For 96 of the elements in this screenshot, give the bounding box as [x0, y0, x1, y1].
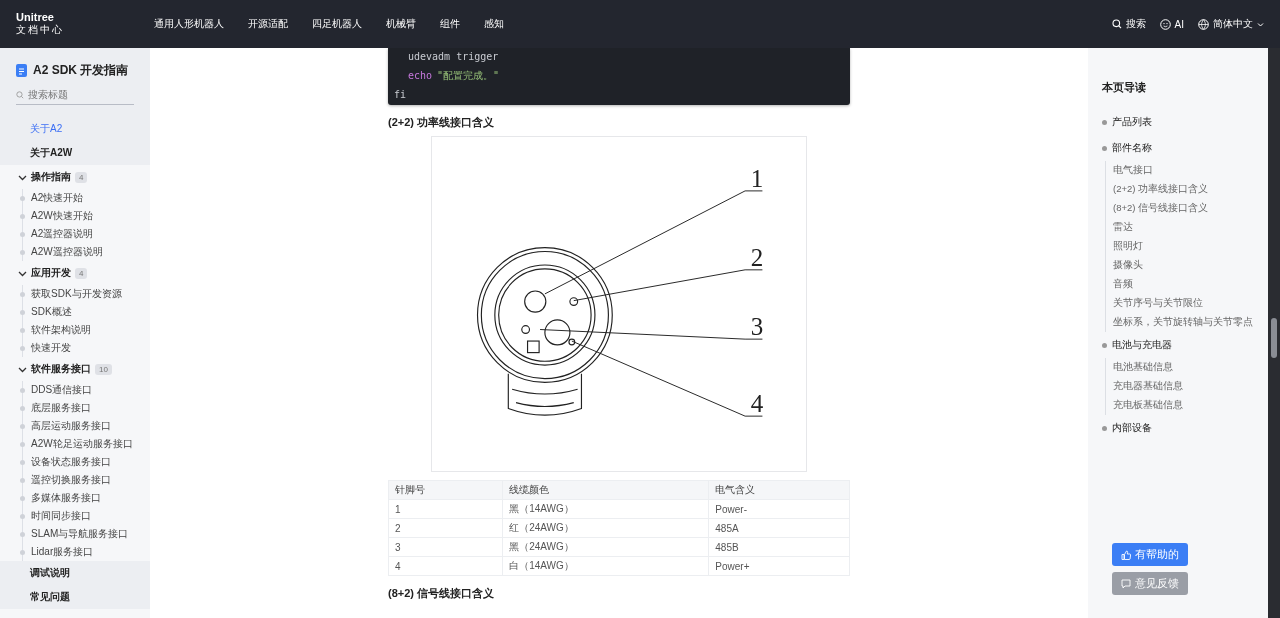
- nav-link[interactable]: 通用人形机器人: [154, 17, 224, 31]
- table-cell: 1: [388, 499, 503, 519]
- toc-item[interactable]: 产品列表: [1102, 109, 1254, 135]
- ai-button[interactable]: AI: [1159, 18, 1184, 30]
- sidebar-item[interactable]: A2W轮足运动服务接口: [23, 435, 150, 453]
- search-icon: [16, 90, 24, 99]
- thumbs-up-icon: [1121, 549, 1131, 560]
- callout-number: 4: [750, 390, 764, 418]
- sidebar-item[interactable]: 调试说明: [0, 561, 150, 585]
- sidebar-item[interactable]: A2遥控器说明: [23, 225, 150, 243]
- table-cell: 黑（14AWG）: [502, 499, 709, 519]
- sidebar-item[interactable]: SLAM与导航服务接口: [23, 525, 150, 543]
- globe-icon: [1198, 18, 1209, 30]
- sidebar-item[interactable]: 时间同步接口: [23, 507, 150, 525]
- table-cell: 2: [388, 518, 503, 538]
- language-select[interactable]: 简体中文: [1198, 17, 1264, 31]
- toc-item[interactable]: 电池与充电器: [1102, 332, 1254, 358]
- sidebar-item[interactable]: 常见问题: [0, 585, 150, 609]
- sidebar-item[interactable]: 底层服务接口: [23, 399, 150, 417]
- callout-number: 2: [750, 244, 764, 271]
- code-text: echo: [408, 69, 433, 82]
- logo-subtitle: 文档中心: [16, 23, 65, 37]
- sidebar-item[interactable]: 关于A2W: [0, 141, 150, 165]
- toc-link[interactable]: 雷达: [1113, 218, 1254, 237]
- logo-name[interactable]: Unitree: [16, 11, 154, 23]
- smiley-icon: [1159, 18, 1171, 30]
- toc-link[interactable]: 充电板基础信息: [1113, 396, 1254, 415]
- table-cell: 485B: [708, 537, 850, 557]
- sidebar-item[interactable]: 高层运动服务接口: [23, 417, 150, 435]
- nav-link[interactable]: 感知: [484, 17, 504, 31]
- nav-link[interactable]: 四足机器人: [312, 17, 362, 31]
- toc-link[interactable]: 充电器基础信息: [1113, 377, 1254, 396]
- nav-link[interactable]: 组件: [440, 17, 460, 31]
- table-cell: Power-: [708, 499, 850, 519]
- section-heading: (8+2) 信号线接口含义: [388, 586, 496, 601]
- group-label: 应用开发: [31, 266, 71, 280]
- table-cell: 3: [388, 537, 503, 557]
- sidebar-group[interactable]: 软件服务接口 10: [0, 357, 150, 381]
- code-text: fi: [394, 88, 407, 101]
- toc-link[interactable]: 摄像头: [1113, 256, 1254, 275]
- toc-link[interactable]: 电池基础信息: [1113, 358, 1254, 377]
- toc-link[interactable]: 电气接口: [1113, 161, 1254, 180]
- scrollbar[interactable]: [1268, 48, 1280, 618]
- group-label: 操作指南: [31, 170, 71, 184]
- sidebar-item[interactable]: A2快速开始: [23, 189, 150, 207]
- toc-item[interactable]: 部件名称: [1102, 135, 1254, 161]
- toc-title: 本页导读: [1102, 80, 1147, 95]
- table-header: 针脚号: [388, 480, 503, 500]
- section-heading: (2+2) 功率线接口含义: [388, 115, 496, 130]
- table-cell: 黑（24AWG）: [502, 537, 709, 557]
- nav-link[interactable]: 机械臂: [386, 17, 416, 31]
- table-cell: 4: [388, 556, 503, 576]
- search-button[interactable]: 搜索: [1111, 17, 1146, 31]
- sidebar-item[interactable]: Lidar服务接口: [23, 543, 150, 561]
- document-icon: [16, 64, 27, 77]
- sidebar-item[interactable]: 多媒体服务接口: [23, 489, 150, 507]
- sidebar-item[interactable]: DDS通信接口: [23, 381, 150, 399]
- chat-icon: [1121, 578, 1131, 589]
- toc-link[interactable]: 坐标系，关节旋转轴与关节零点: [1113, 313, 1254, 332]
- count-badge: 4: [75, 171, 88, 183]
- code-text: "配置完成。": [437, 69, 500, 82]
- group-label: 软件服务接口: [31, 362, 91, 376]
- toc-link[interactable]: 关节序号与关节限位: [1113, 294, 1254, 313]
- count-badge: 10: [95, 363, 112, 375]
- toc-item[interactable]: 内部设备: [1102, 415, 1254, 441]
- table-header: 线缆颜色: [502, 480, 709, 500]
- helpful-button[interactable]: 有帮助的: [1112, 543, 1188, 566]
- sidebar-item[interactable]: SDK概述: [23, 303, 150, 321]
- table-cell: 485A: [708, 518, 850, 538]
- table-header: 电气含义: [708, 480, 850, 500]
- callout-number: 1: [750, 165, 764, 193]
- callout-number: 3: [750, 313, 764, 341]
- caret-icon: [1257, 20, 1264, 28]
- sidebar-item[interactable]: 快速开发: [23, 339, 150, 357]
- search-input[interactable]: 搜索标题: [28, 89, 128, 100]
- toc-link[interactable]: (8+2) 信号线接口含义: [1113, 199, 1254, 218]
- toc-link[interactable]: 照明灯: [1113, 237, 1254, 256]
- search-icon: [1111, 19, 1122, 29]
- table-cell: 红（24AWG）: [502, 518, 709, 538]
- code-text: udevadm trigger: [408, 50, 499, 63]
- table-cell: 白（14AWG）: [502, 556, 709, 576]
- sidebar-item[interactable]: A2W快速开始: [23, 207, 150, 225]
- sidebar-item[interactable]: 设备状态服务接口: [23, 453, 150, 471]
- sidebar-group[interactable]: 应用开发 4: [0, 261, 150, 285]
- count-badge: 4: [75, 267, 88, 279]
- sidebar-item[interactable]: A2W遥控器说明: [23, 243, 150, 261]
- sidebar-group[interactable]: 操作指南 4: [0, 165, 150, 189]
- toc-link[interactable]: 音频: [1113, 275, 1254, 294]
- nav-link[interactable]: 开源适配: [248, 17, 288, 31]
- sidebar-item[interactable]: 软件架构说明: [23, 321, 150, 339]
- sidebar-item[interactable]: 遥控切换服务接口: [23, 471, 150, 489]
- sidebar-item[interactable]: 获取SDK与开发资源: [23, 285, 150, 303]
- table-cell: Power+: [708, 556, 850, 576]
- toc-link[interactable]: (2+2) 功率线接口含义: [1113, 180, 1254, 199]
- sidebar-item[interactable]: 关于A2: [0, 117, 150, 141]
- sidebar-title: A2 SDK 开发指南: [33, 62, 129, 79]
